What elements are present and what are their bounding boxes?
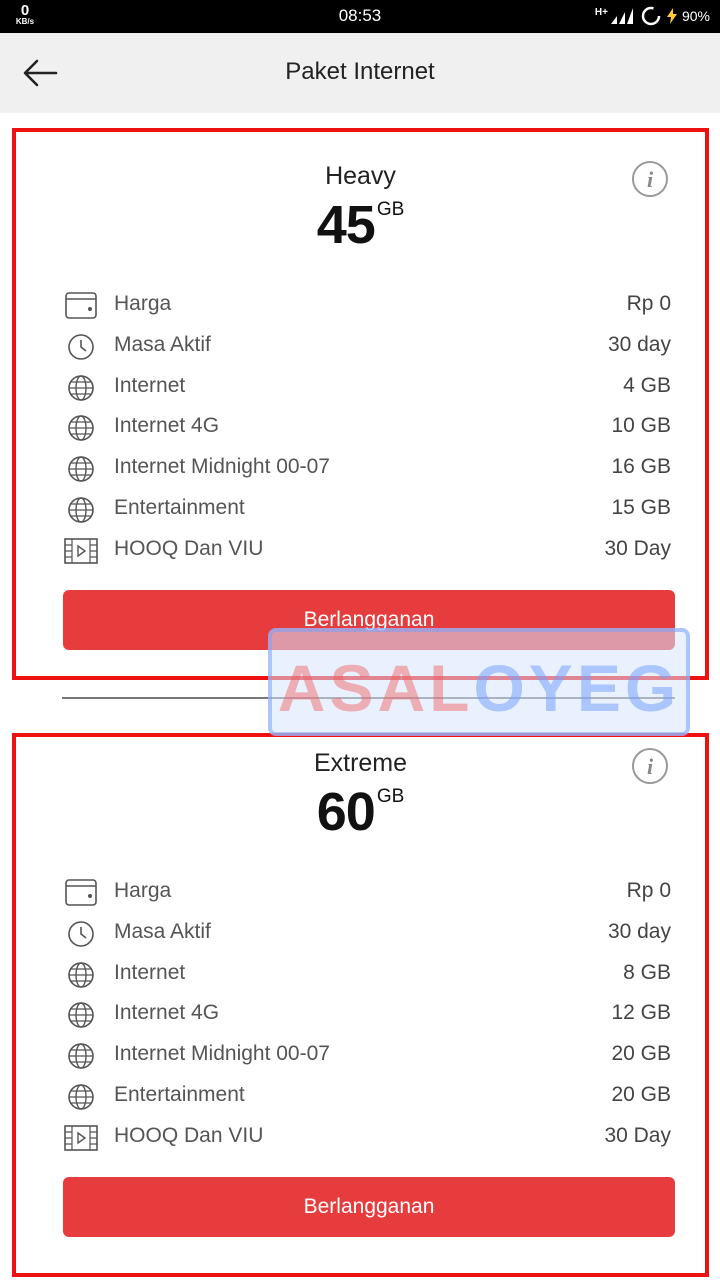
globe-icon <box>68 497 94 523</box>
detail-label: Entertainment <box>114 1082 245 1106</box>
detail-value: 30 Day <box>604 1123 671 1147</box>
globe-icon <box>68 961 94 988</box>
clock-icon <box>68 920 94 947</box>
globe-icon <box>68 1002 94 1029</box>
package-details: Harga Rp 0 Masa Aktif 30 day Internet 8 … <box>64 871 671 1157</box>
subscribe-button[interactable]: Berlangganan <box>63 1177 675 1237</box>
detail-label: Internet <box>114 960 186 984</box>
watermark-part-2: OYEG <box>473 651 681 725</box>
charging-icon <box>666 8 677 24</box>
detail-value: 30 day <box>607 919 671 943</box>
wallet-icon <box>65 879 97 906</box>
sync-icon <box>641 6 661 26</box>
detail-value: 30 Day <box>604 536 671 560</box>
quota-unit: GB <box>376 199 405 220</box>
detail-row-internet-4g: Internet 4G 12 GB <box>64 993 671 1034</box>
clock-icon <box>68 333 94 360</box>
watermark-part-1: ASAL <box>277 651 474 725</box>
package-card-extreme: Extreme 60 GB i Harga Rp 0 Masa Aktif 30 … <box>12 733 709 1277</box>
detail-value: 16 GB <box>611 455 671 479</box>
svg-text:i: i <box>647 754 654 779</box>
detail-value: Rp 0 <box>626 879 671 902</box>
detail-label: Entertainment <box>114 495 245 519</box>
detail-label: Internet Midnight 00-07 <box>114 1042 330 1066</box>
detail-value: 8 GB <box>623 960 671 984</box>
quota-unit: GB <box>376 786 405 807</box>
status-bar: 0 KB/s 08:53 H+ 90% <box>0 0 720 33</box>
detail-row-internet: Internet 4 GB <box>64 366 671 407</box>
detail-label: Masa Aktif <box>114 919 211 943</box>
globe-icon <box>68 1084 94 1110</box>
detail-row-masa-aktif: Masa Aktif 30 day <box>64 912 671 953</box>
detail-row-internet: Internet 8 GB <box>64 953 671 994</box>
info-icon[interactable]: i <box>631 160 669 198</box>
package-quota: 45 GB <box>16 194 705 256</box>
detail-row-masa-aktif: Masa Aktif 30 day <box>64 325 671 366</box>
detail-label: HOOQ Dan VIU <box>114 1123 264 1147</box>
detail-value: 30 day <box>607 332 671 356</box>
battery-level: 90% <box>681 8 710 24</box>
detail-row-internet-midnight: Internet Midnight 00-07 16 GB <box>64 447 671 488</box>
quota-value: 45 <box>316 195 376 255</box>
info-icon[interactable]: i <box>631 747 669 785</box>
detail-value: 4 GB <box>623 373 671 397</box>
package-details: Harga Rp 0 Masa Aktif 30 day Internet 4 … <box>64 284 671 570</box>
detail-label: Internet 4G <box>114 414 220 438</box>
watermark-text: ASALOYEG <box>272 650 686 726</box>
detail-row-entertainment: Entertainment 20 GB <box>64 1075 671 1116</box>
detail-row-harga: Harga Rp 0 <box>64 284 671 325</box>
wallet-icon <box>65 292 97 319</box>
video-icon <box>64 537 98 564</box>
globe-icon <box>68 1043 94 1069</box>
detail-label: Internet 4G <box>114 1001 220 1025</box>
page-title: Paket Internet <box>285 58 435 85</box>
detail-row-internet-4g: Internet 4G 10 GB <box>64 406 671 447</box>
globe-icon <box>68 456 94 482</box>
detail-row-harga: Harga Rp 0 <box>64 871 671 912</box>
detail-value: 10 GB <box>611 414 671 438</box>
watermark: ASALOYEG <box>268 628 690 736</box>
detail-value: 12 GB <box>611 1001 671 1025</box>
detail-row-hooq-viu: HOOQ Dan VIU 30 Day <box>64 529 671 570</box>
globe-icon <box>68 374 94 401</box>
svg-text:i: i <box>647 167 654 192</box>
detail-label: HOOQ Dan VIU <box>114 536 264 560</box>
detail-row-hooq-viu: HOOQ Dan VIU 30 Day <box>64 1116 671 1157</box>
package-name: Heavy <box>325 162 396 190</box>
network-type: H+ <box>594 6 608 18</box>
package-quota: 60 GB <box>16 781 705 843</box>
detail-value: Rp 0 <box>626 292 671 315</box>
status-icons: H+ 90% <box>595 5 710 27</box>
detail-value: 20 GB <box>611 1042 671 1066</box>
detail-label: Masa Aktif <box>114 332 211 356</box>
detail-label: Harga <box>114 879 172 902</box>
globe-icon <box>68 415 94 442</box>
detail-label: Harga <box>114 292 172 315</box>
package-name: Extreme <box>313 749 408 777</box>
video-icon <box>64 1124 98 1151</box>
detail-row-internet-midnight: Internet Midnight 00-07 20 GB <box>64 1034 671 1075</box>
detail-value: 20 GB <box>611 1082 671 1106</box>
detail-label: Internet <box>114 373 186 397</box>
app-bar: Paket Internet <box>0 33 720 113</box>
detail-label: Internet Midnight 00-07 <box>114 455 330 479</box>
package-card-heavy: Heavy 45 GB i Harga Rp 0 Masa Aktif 30 da… <box>12 128 709 680</box>
detail-row-entertainment: Entertainment 15 GB <box>64 488 671 529</box>
quota-value: 60 <box>316 782 376 842</box>
detail-value: 15 GB <box>611 495 671 519</box>
signal-icon <box>610 8 633 24</box>
